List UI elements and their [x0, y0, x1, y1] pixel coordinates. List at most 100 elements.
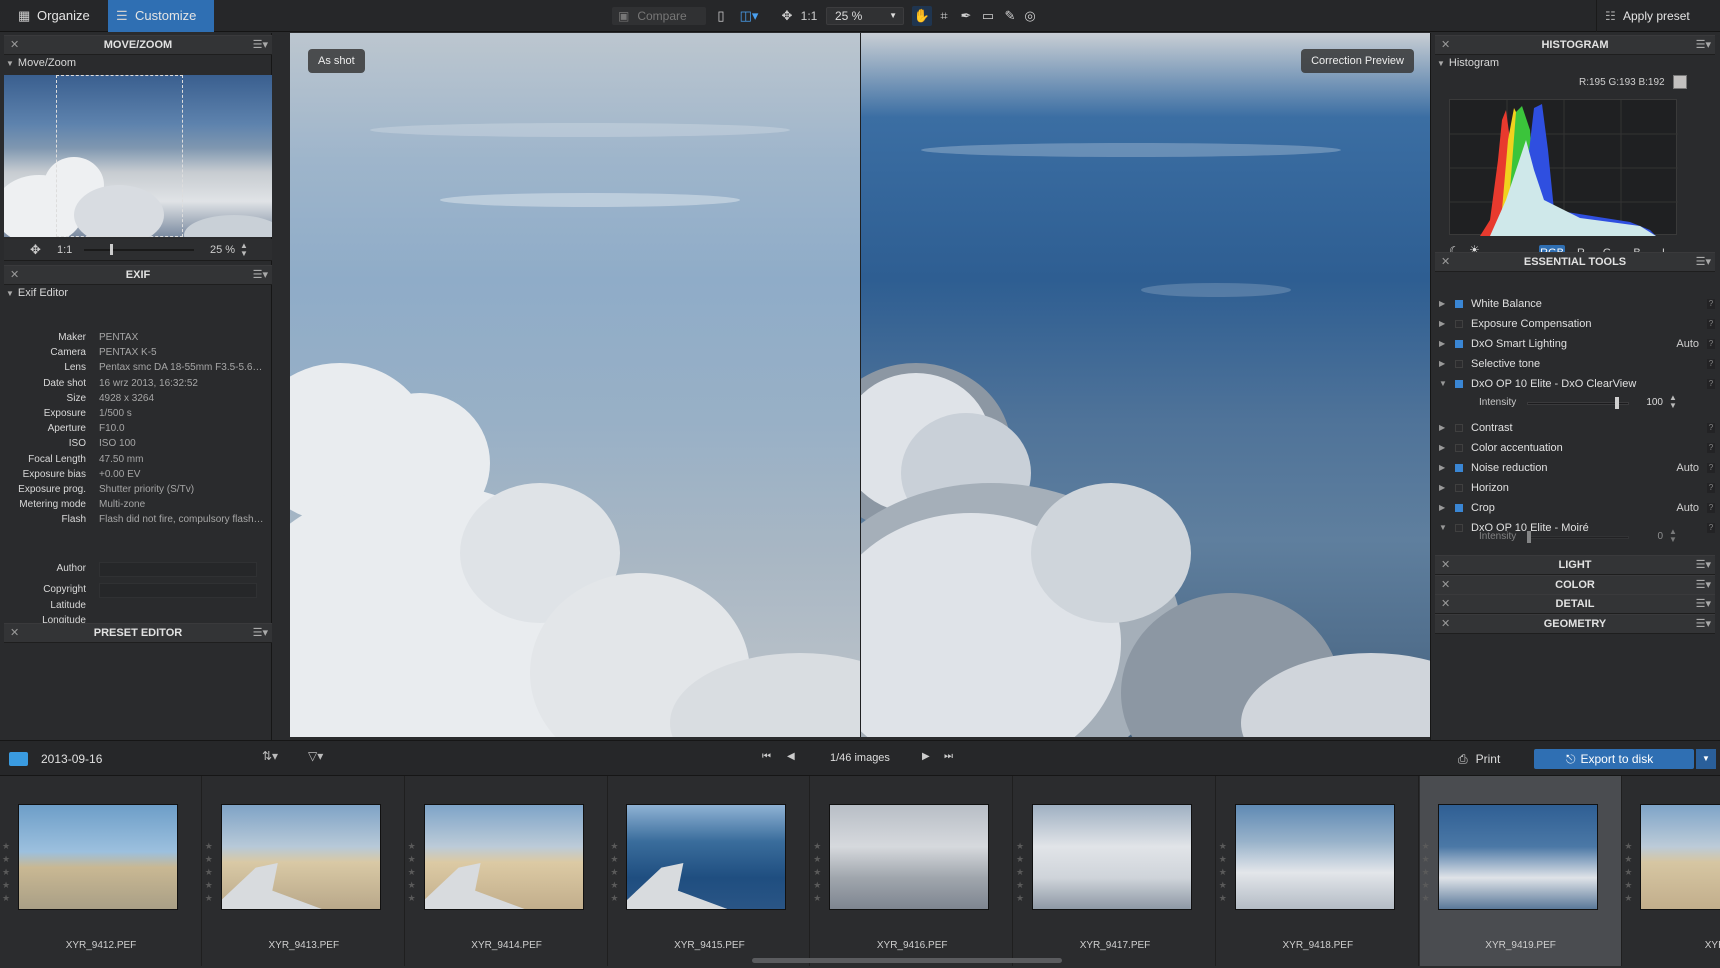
thumbnail-image[interactable]: [829, 804, 990, 910]
tool-enable-checkbox[interactable]: [1455, 484, 1463, 492]
help-icon[interactable]: ?: [1707, 483, 1715, 493]
thumbnail-image[interactable]: [1640, 804, 1720, 910]
nav-zoom-slider[interactable]: [84, 244, 194, 255]
rating-stars[interactable]: ★ ★ ★ ★ ★: [813, 840, 825, 905]
next-image-icon[interactable]: ▶: [922, 751, 930, 762]
red-eye-icon[interactable]: ◎: [1020, 6, 1040, 26]
filmstrip-item[interactable]: ★ ★ ★ ★ ★ XYR_9412.PEF: [0, 776, 202, 966]
help-icon[interactable]: ?: [1707, 423, 1715, 433]
help-icon[interactable]: ?: [1707, 339, 1715, 349]
panel-menu-icon[interactable]: ☰▾: [253, 624, 268, 642]
export-to-disk-button[interactable]: ⎋ Export to disk: [1534, 749, 1694, 769]
close-icon[interactable]: ✕: [1441, 556, 1450, 574]
tool-row[interactable]: ▶ Exposure Compensation?: [1435, 315, 1719, 333]
navigator-preview[interactable]: [4, 75, 272, 237]
tool-row[interactable]: ▶ DxO Smart Lighting Auto?: [1435, 335, 1719, 353]
section-header-light[interactable]: ✕ LIGHT ☰▾: [1435, 555, 1715, 575]
thumbnail-image[interactable]: [220, 804, 381, 910]
triangle-right-icon[interactable]: ▶: [1439, 295, 1445, 313]
rating-stars[interactable]: ★ ★ ★ ★ ★: [1422, 840, 1434, 905]
export-dropdown-icon[interactable]: ▼: [1696, 749, 1716, 769]
crop-tool-icon[interactable]: ⌗: [934, 6, 954, 26]
last-image-icon[interactable]: ⏭: [944, 751, 953, 762]
thumbnail-image[interactable]: [1032, 804, 1192, 910]
tool-row[interactable]: ▼ DxO OP 10 Elite - DxO ClearView?: [1435, 375, 1719, 393]
filmstrip-item[interactable]: ★ ★ ★ ★ ★ XYR_9419.PEF: [1419, 776, 1622, 966]
triangle-right-icon[interactable]: ▶: [1439, 439, 1445, 457]
help-icon[interactable]: ?: [1707, 503, 1715, 513]
navigator-frame[interactable]: [56, 75, 183, 237]
rating-stars[interactable]: ★ ★ ★ ★ ★: [205, 840, 217, 905]
preset-editor-header[interactable]: ✕ PRESET EDITOR ☰▾: [4, 623, 272, 643]
horizon-tool-icon[interactable]: ▭: [978, 6, 998, 26]
thumbnail-image[interactable]: [18, 804, 178, 910]
tool-row[interactable]: ▶ White Balance?: [1435, 295, 1719, 313]
close-icon[interactable]: ✕: [1441, 253, 1450, 271]
panel-menu-icon[interactable]: ☰▾: [1696, 576, 1711, 594]
help-icon[interactable]: ?: [1707, 443, 1715, 453]
filmstrip-item[interactable]: ★ ★ ★ ★ ★ XYR_9418.PEF: [1217, 776, 1419, 966]
section-header-detail[interactable]: ✕ DETAIL ☰▾: [1435, 594, 1715, 615]
thumbnail-image[interactable]: [626, 804, 787, 910]
close-icon[interactable]: ✕: [1441, 576, 1450, 594]
tool-enable-checkbox[interactable]: [1455, 424, 1463, 432]
filmstrip-item[interactable]: ★ ★ ★ ★ ★ XYR_9415.PEF: [608, 776, 811, 966]
repair-tool-icon[interactable]: ✎: [1000, 6, 1020, 26]
exif-header[interactable]: ✕ EXIF ☰▾: [4, 265, 272, 285]
intensity-slider-knob[interactable]: [1527, 531, 1531, 543]
tab-organize[interactable]: ▦ Organize: [10, 0, 100, 32]
single-view-icon[interactable]: ▯: [712, 6, 730, 26]
filmstrip-item[interactable]: ★ ★ ★ ★ ★ XYR_9416.PEF: [811, 776, 1014, 966]
tool-row[interactable]: ▶ Crop Auto?: [1435, 499, 1719, 517]
exif-editor-subheader[interactable]: ▼ Exif Editor: [6, 287, 68, 299]
triangle-right-icon[interactable]: ▶: [1439, 315, 1445, 333]
image-viewer[interactable]: As shot Correction Preview: [290, 33, 1430, 737]
rating-stars[interactable]: ★ ★ ★ ★ ★: [2, 840, 14, 905]
panel-menu-icon[interactable]: ☰▾: [1696, 556, 1711, 574]
histogram-header[interactable]: ✕ HISTOGRAM ☰▾: [1435, 35, 1715, 55]
filter-icon[interactable]: ▽▾: [308, 749, 323, 763]
rating-stars[interactable]: ★ ★ ★ ★ ★: [1219, 840, 1231, 905]
close-icon[interactable]: ✕: [10, 36, 19, 54]
panel-menu-icon[interactable]: ☰▾: [1696, 253, 1711, 271]
sort-icon[interactable]: ⇅▾: [262, 749, 278, 763]
rating-stars[interactable]: ★ ★ ★ ★ ★: [408, 840, 420, 905]
tool-enable-checkbox[interactable]: [1455, 340, 1463, 348]
filmstrip-item[interactable]: ★ ★ ★ ★ ★ XYR_9413.PEF: [203, 776, 405, 966]
panel-menu-icon[interactable]: ☰▾: [1696, 615, 1711, 633]
folder-name[interactable]: 2013-09-16: [41, 752, 102, 766]
close-icon[interactable]: ✕: [10, 624, 19, 642]
triangle-down-icon[interactable]: ▼: [1439, 375, 1447, 393]
fit-icon[interactable]: ✥: [30, 242, 41, 258]
zoom-stepper-icon[interactable]: ▲ ▼: [240, 242, 248, 258]
image-correction-preview[interactable]: Correction Preview: [861, 33, 1430, 737]
tool-enable-checkbox[interactable]: [1455, 464, 1463, 472]
panel-menu-icon[interactable]: ☰▾: [1696, 595, 1711, 613]
triangle-right-icon[interactable]: ▶: [1439, 479, 1445, 497]
author-field[interactable]: [99, 562, 257, 577]
rating-stars[interactable]: ★ ★ ★ ★ ★: [1624, 840, 1636, 905]
help-icon[interactable]: ?: [1707, 379, 1715, 389]
compare-button[interactable]: ▣ Compare: [612, 7, 706, 25]
tool-enable-checkbox[interactable]: [1455, 504, 1463, 512]
triangle-right-icon[interactable]: ▶: [1439, 459, 1445, 477]
tool-row[interactable]: ▶ Contrast?: [1435, 419, 1719, 437]
tab-customize[interactable]: ☰ Customize: [108, 0, 214, 32]
thumbnail-image[interactable]: [1437, 804, 1598, 910]
print-button[interactable]: ⎙ Print: [1458, 749, 1530, 769]
zoom-select[interactable]: 25 % ▼: [826, 7, 904, 25]
panel-menu-icon[interactable]: ☰▾: [253, 36, 268, 54]
triangle-right-icon[interactable]: ▶: [1439, 335, 1445, 353]
close-icon[interactable]: ✕: [1441, 615, 1450, 633]
help-icon[interactable]: ?: [1707, 319, 1715, 329]
thumbnail-image[interactable]: [1234, 804, 1395, 910]
nav-one-to-one[interactable]: 1:1: [57, 244, 72, 256]
help-icon[interactable]: ?: [1707, 359, 1715, 369]
copyright-field[interactable]: [99, 583, 257, 598]
thumbnail-image[interactable]: [423, 804, 584, 910]
tool-row[interactable]: ▶ Horizon?: [1435, 479, 1719, 497]
filmstrip-item[interactable]: ★★★★★ XYR_94: [1622, 776, 1720, 966]
tool-enable-checkbox[interactable]: [1455, 444, 1463, 452]
essential-tools-header[interactable]: ✕ ESSENTIAL TOOLS ☰▾: [1435, 252, 1715, 272]
tool-row[interactable]: ▶ Selective tone?: [1435, 355, 1719, 373]
